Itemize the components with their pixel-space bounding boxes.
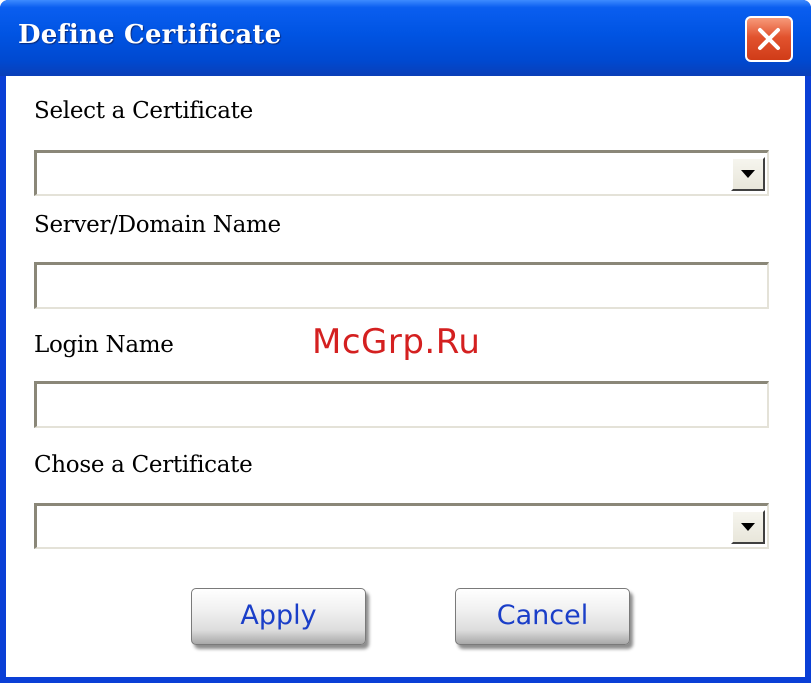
title-bar: Define Certificate (0, 0, 811, 76)
chose-certificate-dropdown-button[interactable] (731, 510, 765, 544)
chose-certificate-label: Chose a Certificate (34, 452, 253, 478)
apply-button[interactable]: Apply (191, 588, 366, 645)
window-title: Define Certificate (18, 20, 282, 50)
watermark: McGrp.Ru (312, 322, 481, 362)
select-certificate-label: Select a Certificate (34, 98, 253, 124)
close-icon (758, 28, 780, 50)
login-name-label: Login Name (34, 332, 174, 358)
dialog-window: Define Certificate Select a Certificate … (0, 0, 811, 683)
chevron-down-icon (741, 523, 755, 531)
cancel-button[interactable]: Cancel (455, 588, 630, 645)
select-certificate-dropdown-button[interactable] (731, 157, 765, 191)
close-button[interactable] (745, 16, 793, 62)
select-certificate-dropdown[interactable] (34, 150, 769, 196)
login-name-input[interactable] (37, 384, 767, 426)
login-name-field[interactable] (34, 381, 769, 428)
server-domain-field[interactable] (34, 262, 769, 309)
server-domain-label: Server/Domain Name (34, 212, 281, 238)
chose-certificate-dropdown[interactable] (34, 503, 769, 549)
chevron-down-icon (741, 170, 755, 178)
server-domain-input[interactable] (37, 265, 767, 307)
dialog-body: Select a Certificate Server/Domain Name … (6, 76, 805, 677)
